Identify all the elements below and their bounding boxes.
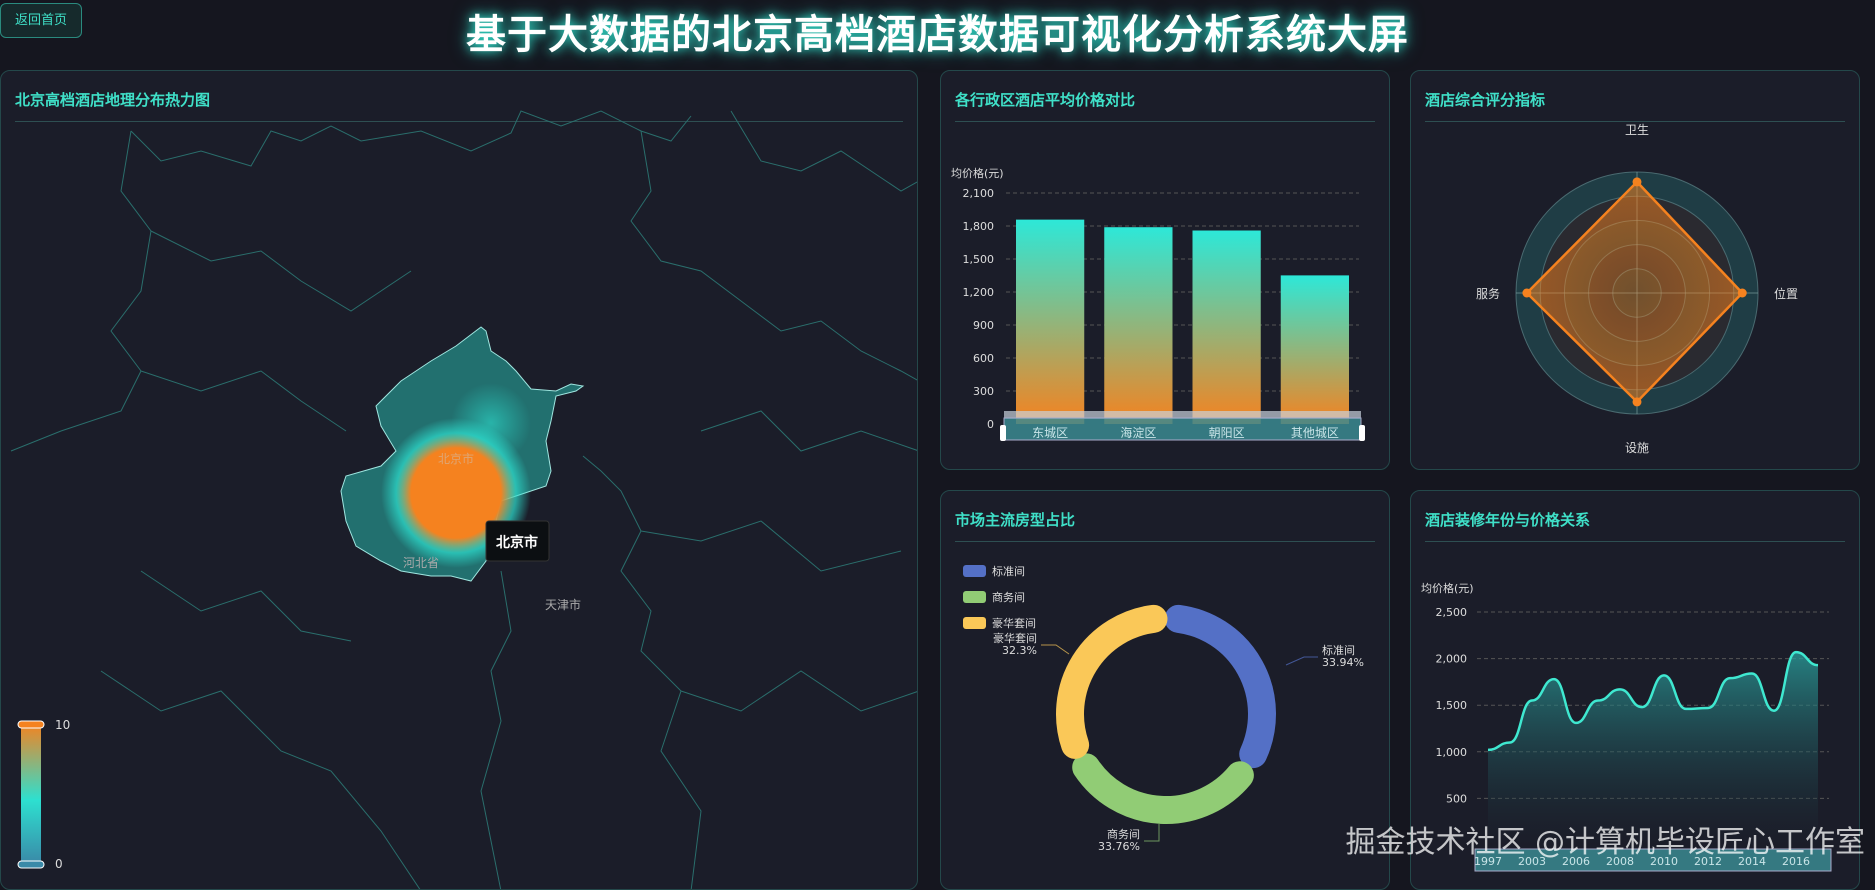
slice-name-label: 豪华套间	[993, 631, 1037, 645]
slice-name-label: 商务间	[1107, 827, 1140, 841]
x-tick-label: 东城区	[1032, 426, 1068, 440]
bar[interactable]	[1104, 227, 1173, 424]
y-tick-label: 1,800	[963, 220, 995, 233]
slice-percent-label: 32.3%	[1002, 644, 1037, 657]
donut-slice[interactable]	[1056, 604, 1168, 759]
y-tick-label: 2,500	[1436, 606, 1468, 619]
x-tick-label: 其他城区	[1291, 426, 1339, 440]
visual-map-legend[interactable]: 10 0	[17, 718, 70, 871]
slice-name-label: 标准间	[1322, 643, 1355, 657]
legend-swatch[interactable]	[963, 591, 986, 603]
bar[interactable]	[1016, 219, 1085, 424]
slice-percent-label: 33.94%	[1322, 656, 1364, 669]
slice-percent-label: 33.76%	[1098, 840, 1140, 853]
map-label-beijing: 北京市	[438, 451, 474, 466]
radar-indicator-label: 位置	[1774, 286, 1798, 301]
page-title: 基于大数据的北京高档酒店数据可视化分析系统大屏	[466, 12, 1409, 58]
visual-max-label: 10	[55, 718, 70, 732]
radar-panel: 酒店综合评分指标 卫生 位置 设施 服务	[1410, 70, 1860, 470]
y-axis-label: 均价格(元)	[1421, 581, 1474, 595]
map-tooltip: 北京市	[496, 534, 538, 551]
radar-point[interactable]	[1522, 288, 1532, 298]
y-tick-label: 2,100	[963, 187, 995, 200]
legend-label[interactable]: 豪华套间	[992, 616, 1036, 630]
y-tick-label: 1,500	[963, 253, 995, 266]
datazoom-left-handle[interactable]	[1000, 425, 1006, 441]
y-tick-label: 600	[973, 352, 994, 365]
radar-chart: 卫生位置设施 服务	[1476, 123, 1798, 455]
back-home-button[interactable]: 返回首页	[0, 3, 82, 38]
radar-point[interactable]	[1632, 397, 1642, 407]
y-tick-label: 2,000	[1436, 653, 1468, 666]
y-tick-label: 1,500	[1436, 699, 1468, 712]
heatmap-map[interactable]: 北京市 河北省 天津市 北京市 10 0	[1, 71, 918, 890]
datazoom-right-handle[interactable]	[1359, 425, 1365, 441]
map-label-tianjin: 天津市	[545, 597, 581, 612]
legend-label[interactable]: 标准间	[992, 564, 1025, 578]
visual-min-label: 0	[55, 857, 63, 871]
y-tick-label: 900	[973, 319, 994, 332]
donut-slice[interactable]	[1072, 753, 1254, 824]
y-tick-label: 300	[973, 385, 994, 398]
legend-label[interactable]: 商务间	[992, 590, 1025, 604]
radar-point[interactable]	[1632, 177, 1642, 187]
radar-indicator-label: 服务	[1476, 286, 1500, 301]
x-tick-label: 海淀区	[1120, 425, 1156, 440]
y-tick-label: 0	[987, 418, 994, 431]
watermark: 掘金技术社区 @计算机毕设匠心工作室	[1345, 825, 1865, 860]
x-tick-label: 朝阳区	[1209, 426, 1245, 440]
donut-chart: 标准间商务间豪华套间标准间33.94%商务间33.76%豪华套间32.3%	[963, 564, 1364, 853]
donut-slice[interactable]	[1164, 604, 1276, 769]
radar-indicator-label: 设施	[1625, 441, 1649, 455]
map-label-hebei: 河北省	[403, 556, 439, 570]
y-tick-label: 500	[1446, 792, 1467, 805]
y-tick-label: 1,000	[1436, 746, 1468, 759]
pie-panel: 市场主流房型占比 标准间 商务间 豪华套间 标准间 33.94% 商务间 33.76% 豪华套…	[940, 490, 1390, 890]
bar-panel: 各行政区酒店平均价格对比 均价格(元) 0 300 600 900 1,200 1,500 1…	[940, 70, 1390, 470]
bar[interactable]	[1192, 230, 1261, 424]
legend-swatch[interactable]	[963, 617, 986, 629]
radar-point[interactable]	[1737, 288, 1747, 298]
radar-indicator-label: 卫生	[1625, 123, 1649, 137]
legend-swatch[interactable]	[963, 565, 986, 577]
y-axis-label: 均价格(元)	[951, 166, 1004, 180]
heatmap-panel: 北京高档酒店地理分布热力图 北京市 河北省 天津市 北京市 10 0	[0, 70, 918, 890]
bar[interactable]	[1280, 275, 1349, 424]
bar-chart: 均价格(元) 0 300 600 900 1,200 1,500 1,800 2,100 东城区 海…	[951, 166, 1365, 441]
y-tick-label: 1,200	[963, 286, 995, 299]
